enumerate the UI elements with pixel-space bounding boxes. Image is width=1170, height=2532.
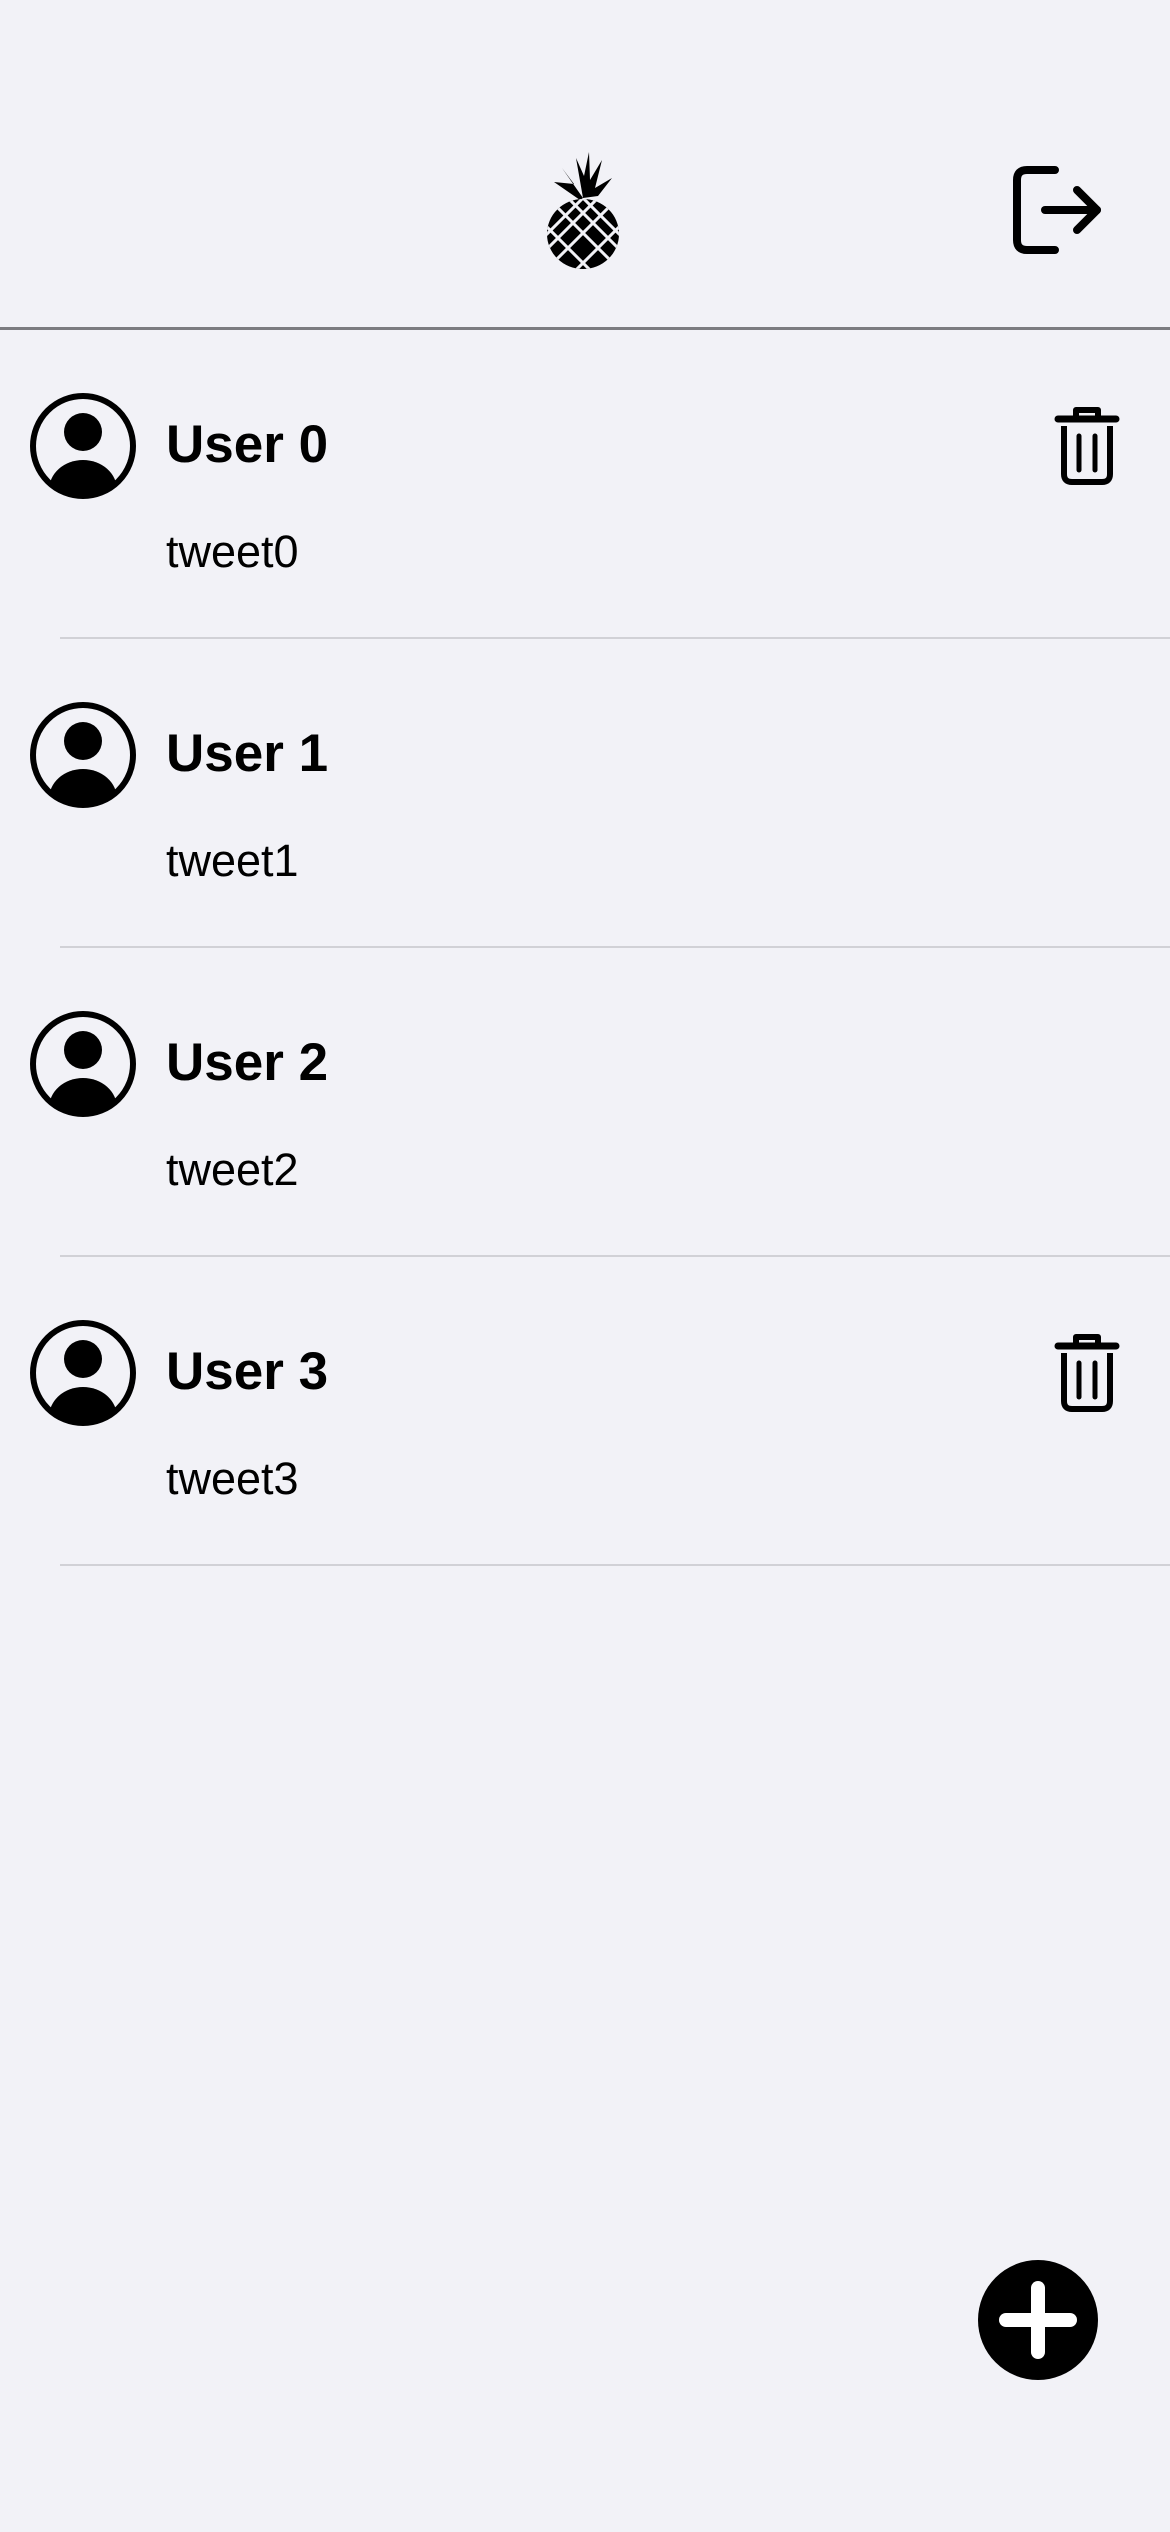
- trash-icon: [1054, 407, 1120, 485]
- logout-icon: [1013, 166, 1101, 254]
- tweet-text: tweet3: [166, 1453, 299, 1504]
- plus-icon: [999, 2281, 1077, 2359]
- delete-button[interactable]: [1052, 406, 1122, 486]
- user-avatar-icon: [30, 1011, 136, 1117]
- user-avatar-icon: [30, 1320, 136, 1426]
- tweet-text: tweet0: [166, 526, 299, 577]
- tweet-row[interactable]: User 3 tweet3: [0, 1257, 1170, 1566]
- username: User 0: [166, 415, 329, 474]
- tweet-row[interactable]: User 1 tweet1: [0, 639, 1170, 948]
- user-avatar-icon: [30, 393, 136, 499]
- tweet-text: tweet1: [166, 835, 299, 886]
- username: User 1: [166, 724, 329, 783]
- tweet-text: tweet2: [166, 1144, 299, 1195]
- delete-button[interactable]: [1052, 1333, 1122, 1413]
- logout-button[interactable]: [1005, 160, 1105, 260]
- username: User 2: [166, 1033, 329, 1092]
- tweet-feed: User 0 tweet0 User 1 tweet1 User 2 tweet…: [0, 330, 1170, 1566]
- username: User 3: [166, 1342, 329, 1401]
- user-avatar-icon: [30, 702, 136, 808]
- pineapple-icon: [547, 152, 619, 269]
- header: [0, 0, 1170, 330]
- add-tweet-button[interactable]: [978, 2260, 1098, 2380]
- app: User 0 tweet0 User 1 tweet1 User 2 tweet…: [0, 0, 1170, 2532]
- tweet-row[interactable]: User 2 tweet2: [0, 948, 1170, 1257]
- tweet-row[interactable]: User 0 tweet0: [0, 330, 1170, 639]
- trash-icon: [1054, 1334, 1120, 1412]
